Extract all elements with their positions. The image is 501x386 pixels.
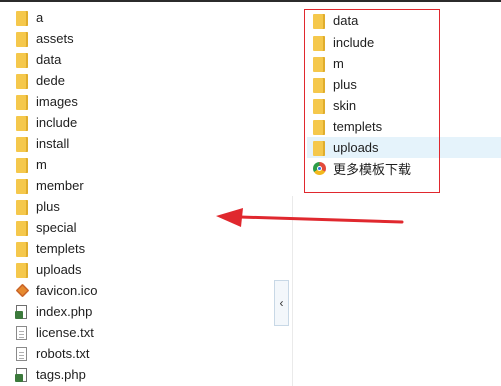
- arrow-shaft: [238, 215, 404, 224]
- annotation-arrow: [216, 208, 404, 227]
- arrow-head: [216, 208, 243, 227]
- collapse-pane-button[interactable]: ‹: [274, 280, 289, 326]
- chevron-left-icon: ‹: [279, 296, 284, 310]
